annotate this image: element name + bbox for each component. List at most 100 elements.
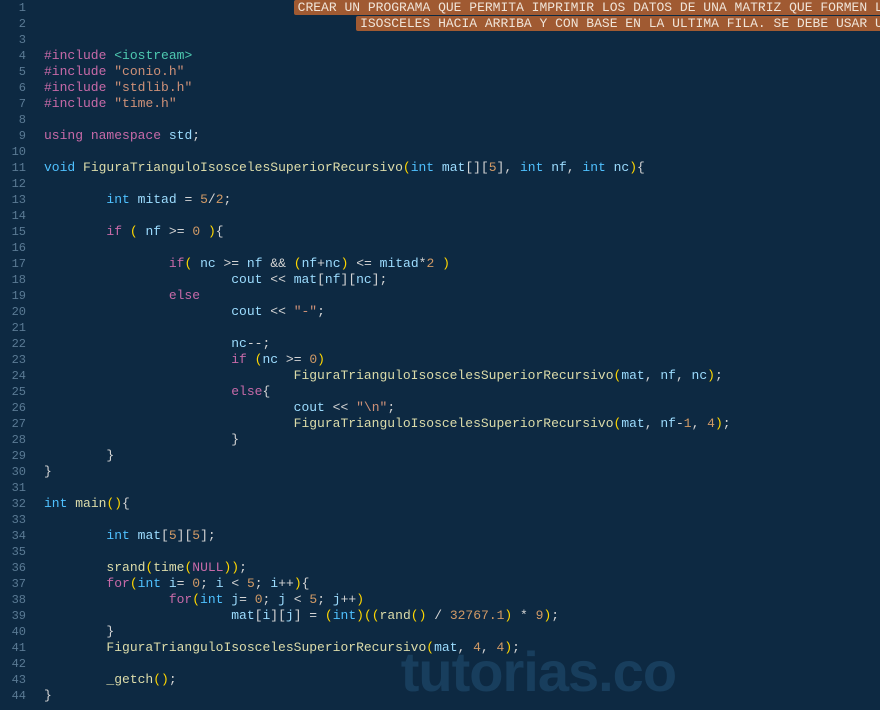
token-func: rand — [380, 608, 411, 623]
token-ident: nf — [551, 160, 567, 175]
code-line[interactable]: #include "stdlib.h" — [44, 80, 880, 96]
code-line[interactable]: CREAR UN PROGRAMA QUE PERMITA IMPRIMIR L… — [44, 0, 880, 16]
code-line[interactable]: int mat[5][5]; — [44, 528, 880, 544]
token-op: ++ — [278, 576, 294, 591]
code-line[interactable]: } — [44, 688, 880, 704]
token-ident: i — [169, 576, 177, 591]
code-line[interactable]: for(int i= 0; i < 5; i++){ — [44, 576, 880, 592]
line-number: 15 — [0, 224, 26, 240]
code-line[interactable]: cout << "-"; — [44, 304, 880, 320]
code-line[interactable]: #include <iostream> — [44, 48, 880, 64]
code-line[interactable] — [44, 240, 880, 256]
token-key: if — [106, 224, 122, 239]
code-line[interactable]: FiguraTrianguloIsoscelesSuperiorRecursiv… — [44, 416, 880, 432]
line-number: 33 — [0, 512, 26, 528]
code-line[interactable]: else{ — [44, 384, 880, 400]
token-paren: ( — [403, 160, 411, 175]
code-line[interactable]: } — [44, 624, 880, 640]
code-line[interactable]: cout << "\n"; — [44, 400, 880, 416]
token-inc: <iostream> — [114, 48, 192, 63]
code-line[interactable]: } — [44, 464, 880, 480]
code-line[interactable]: for(int j= 0; j < 5; j++) — [44, 592, 880, 608]
code-line[interactable]: if ( nf >= 0 ){ — [44, 224, 880, 240]
code-line[interactable]: ISOSCELES HACIA ARRIBA Y CON BASE EN LA … — [44, 16, 880, 32]
token-str: "stdlib.h" — [114, 80, 192, 95]
line-number: 20 — [0, 304, 26, 320]
token-pp: #include — [44, 96, 106, 111]
token-ident: nc — [231, 336, 247, 351]
line-number: 43 — [0, 672, 26, 688]
line-number: 44 — [0, 688, 26, 704]
line-number: 27 — [0, 416, 26, 432]
token-paren: )(( — [356, 608, 379, 623]
line-number: 40 — [0, 624, 26, 640]
code-line[interactable] — [44, 512, 880, 528]
token-plain — [442, 608, 450, 623]
code-line[interactable]: else — [44, 288, 880, 304]
token-punc: ; — [192, 128, 200, 143]
code-line[interactable]: #include "time.h" — [44, 96, 880, 112]
token-paren: ) — [629, 160, 637, 175]
token-ident: j — [333, 592, 341, 607]
token-paren: ( — [130, 224, 138, 239]
code-editor[interactable]: 1234567891011121314151617181920212223242… — [0, 0, 880, 710]
code-line[interactable] — [44, 176, 880, 192]
token-plain — [192, 192, 200, 207]
code-line[interactable] — [44, 32, 880, 48]
line-number: 8 — [0, 112, 26, 128]
code-line[interactable] — [44, 544, 880, 560]
token-plain — [122, 224, 130, 239]
code-line[interactable]: FiguraTrianguloIsoscelesSuperiorRecursiv… — [44, 368, 880, 384]
token-num: 5 — [200, 192, 208, 207]
code-line[interactable]: FiguraTrianguloIsoscelesSuperiorRecursiv… — [44, 640, 880, 656]
token-str: "\n" — [356, 400, 387, 415]
code-line[interactable]: } — [44, 432, 880, 448]
token-key: namespace — [91, 128, 161, 143]
token-paren: () — [153, 672, 169, 687]
code-line[interactable]: int main(){ — [44, 496, 880, 512]
token-key: for — [169, 592, 192, 607]
token-plain — [239, 256, 247, 271]
token-punc: , — [504, 160, 520, 175]
code-line[interactable]: if( nc >= nf && (nf+nc) <= mitad*2 ) — [44, 256, 880, 272]
line-number: 41 — [0, 640, 26, 656]
code-line[interactable]: nc--; — [44, 336, 880, 352]
token-punc: , — [481, 640, 497, 655]
code-line[interactable] — [44, 144, 880, 160]
token-plain — [286, 304, 294, 319]
token-punc: , — [645, 368, 661, 383]
code-line[interactable]: _getch(); — [44, 672, 880, 688]
token-ident: mat — [294, 272, 317, 287]
line-number: 37 — [0, 576, 26, 592]
code-line[interactable] — [44, 208, 880, 224]
token-ident: nc — [614, 160, 630, 175]
code-line[interactable]: #include "conio.h" — [44, 64, 880, 80]
code-line[interactable] — [44, 656, 880, 672]
code-area[interactable]: tutorias.co CREAR UN PROGRAMA QUE PERMIT… — [34, 0, 880, 710]
token-punc: ; — [512, 640, 520, 655]
token-type: int — [520, 160, 543, 175]
code-line[interactable]: int mitad = 5/2; — [44, 192, 880, 208]
token-type: void — [44, 160, 75, 175]
token-ident: mat — [621, 368, 644, 383]
code-line[interactable]: cout << mat[nf][nc]; — [44, 272, 880, 288]
token-plain — [130, 528, 138, 543]
code-line[interactable]: void FiguraTrianguloIsoscelesSuperiorRec… — [44, 160, 880, 176]
line-number: 4 — [0, 48, 26, 64]
line-number: 22 — [0, 336, 26, 352]
token-pp: #include — [44, 64, 106, 79]
code-line[interactable] — [44, 320, 880, 336]
code-line[interactable] — [44, 480, 880, 496]
code-line[interactable]: using namespace std; — [44, 128, 880, 144]
token-paren: )) — [224, 560, 240, 575]
line-number: 1 — [0, 0, 26, 16]
code-line[interactable]: if (nc >= 0) — [44, 352, 880, 368]
code-line[interactable]: } — [44, 448, 880, 464]
token-plain — [325, 400, 333, 415]
line-number: 17 — [0, 256, 26, 272]
line-number: 18 — [0, 272, 26, 288]
code-line[interactable]: mat[i][j] = (int)((rand() / 32767.1) * 9… — [44, 608, 880, 624]
code-content: CREAR UN PROGRAMA QUE PERMITA IMPRIMIR L… — [44, 0, 880, 704]
code-line[interactable] — [44, 112, 880, 128]
code-line[interactable]: srand(time(NULL)); — [44, 560, 880, 576]
